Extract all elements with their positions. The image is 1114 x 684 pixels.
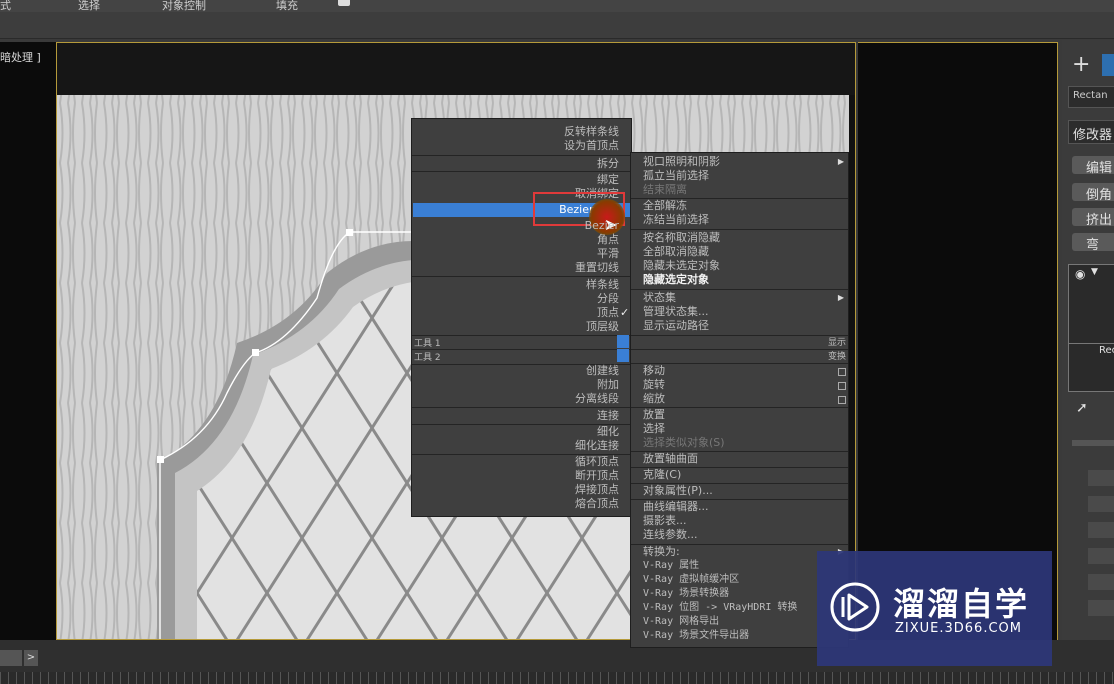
watermark-title: 溜溜自学	[893, 585, 1030, 623]
timeline-ruler[interactable]	[0, 672, 1114, 684]
menu-item[interactable]: 反转样条线	[412, 125, 631, 139]
quad-label-transform: 变换	[827, 352, 846, 362]
menu-item[interactable]: V-Ray 场景转换器	[631, 587, 848, 601]
menu-item[interactable]: 连接	[412, 409, 631, 423]
menu-item[interactable]: 孤立当前选择	[631, 169, 848, 183]
menu-item[interactable]: 曲线编辑器...	[631, 500, 848, 514]
modify-tab-icon[interactable]	[1102, 54, 1114, 76]
menu-item[interactable]: 按名称取消隐藏	[631, 231, 848, 245]
menu-item[interactable]: 创建线	[412, 364, 631, 378]
menu-item[interactable]: 绑定	[412, 173, 631, 187]
eye-icon[interactable]: ◉	[1075, 267, 1085, 281]
menu-item[interactable]: 管理状态集...	[631, 305, 848, 319]
quad-label-display: 显示	[827, 338, 846, 348]
menu-item[interactable]: 结束隔离	[631, 183, 848, 197]
menu-item[interactable]: 顶点	[412, 306, 631, 320]
create-tab-icon[interactable]: +	[1072, 52, 1090, 77]
panel-field[interactable]	[1088, 496, 1114, 512]
menu-item[interactable]: 细化	[412, 425, 631, 439]
panel-field[interactable]	[1088, 522, 1114, 538]
top-menu-bar: 式 选择 对象控制 填充	[0, 0, 1114, 12]
watermark-url: ZIXUE.3D66.COM	[895, 621, 1022, 636]
quad-label-tools2: 工具 2	[414, 353, 441, 363]
menu-item[interactable]: V-Ray 网格导出	[631, 615, 848, 629]
menu-item[interactable]: 细化连接	[412, 439, 631, 453]
menu-item[interactable]: 对象属性(P)...	[631, 484, 848, 498]
object-name-field[interactable]: Rectan	[1068, 86, 1114, 108]
panel-field[interactable]	[1088, 548, 1114, 564]
menu-item[interactable]: 断开顶点	[412, 469, 631, 483]
panel-field[interactable]	[1088, 574, 1114, 590]
menu-item[interactable]: 隐藏未选定对象	[631, 259, 848, 273]
menu-item[interactable]: 克隆(C)	[631, 468, 848, 482]
quad-menu-left: 反转样条线 设为首顶点 拆分 绑定 取消绑定 Bezier 角点 ➤ Bezie…	[411, 118, 632, 517]
menu-item[interactable]: 视口照明和阴影	[631, 155, 848, 169]
watermark: 溜溜自学 ZIXUE.3D66.COM	[817, 551, 1052, 666]
menu-item[interactable]: 角点	[412, 233, 631, 247]
menu-item[interactable]: 顶层级	[412, 320, 631, 334]
toolbar-icon[interactable]	[338, 0, 350, 6]
pin-icon[interactable]: ➚	[1076, 400, 1088, 416]
time-slider[interactable]	[0, 650, 22, 666]
menu-item[interactable]: 转换为:	[631, 545, 848, 559]
menu-item[interactable]: 状态集	[631, 291, 848, 305]
panel-field[interactable]	[1088, 470, 1114, 486]
next-frame-button[interactable]: >	[24, 650, 38, 666]
menu-item[interactable]: 全部取消隐藏	[631, 245, 848, 259]
menu-item[interactable]: 平滑	[412, 247, 631, 261]
menu-item[interactable]: 熔合顶点	[412, 497, 631, 511]
menu-item[interactable]: 重置切线	[412, 261, 631, 275]
quad-center-square	[617, 335, 629, 348]
menu-item[interactable]: Bezier	[412, 219, 631, 233]
checkmark-icon: ✓	[620, 306, 630, 319]
menu-item[interactable]: 全部解冻	[631, 199, 848, 213]
menu-item[interactable]: 样条线	[412, 278, 631, 292]
modifier-stack[interactable]: ◉ ▼ Rec	[1068, 264, 1114, 392]
menu-item[interactable]: 分离线段	[412, 392, 631, 406]
menu-item[interactable]: 放置	[631, 408, 848, 422]
menu-item[interactable]: V-Ray 场景文件导出器	[631, 629, 848, 643]
menu-item[interactable]: 旋转	[631, 378, 848, 392]
menu-item[interactable]: 摄影表...	[631, 514, 848, 528]
menu-item[interactable]: 隐藏选定对象	[631, 273, 848, 287]
modifier-button[interactable]: 倒角	[1072, 183, 1114, 203]
quad-center-square	[617, 349, 629, 362]
menu-item[interactable]: 移动	[631, 364, 848, 378]
menu-item[interactable]: 拆分	[412, 157, 631, 171]
side-viewport[interactable]	[0, 42, 56, 640]
modifier-button[interactable]: 编辑	[1072, 156, 1114, 176]
command-panel: + Rectan 修改器 编辑 倒角 挤出 弯 ◉ ▼ Rec ➚	[1062, 40, 1114, 640]
modifier-button[interactable]: 挤出	[1072, 208, 1114, 228]
menu-item[interactable]: 附加	[412, 378, 631, 392]
menu-item[interactable]: 设为首顶点	[412, 139, 631, 153]
menu-item[interactable]: 冻结当前选择	[631, 213, 848, 227]
menu-item[interactable]: V-Ray 位图 -> VRayHDRI 转换	[631, 601, 848, 615]
panel-field[interactable]	[1088, 600, 1114, 616]
menu-item[interactable]: 连线参数...	[631, 528, 848, 542]
toolbar	[0, 12, 1114, 39]
menu-item[interactable]: 放置轴曲面	[631, 452, 848, 466]
menu-item[interactable]: 分段	[412, 292, 631, 306]
expand-icon[interactable]: ▼	[1091, 267, 1098, 277]
play-logo-icon	[830, 582, 880, 632]
menu-item[interactable]: 缩放	[631, 392, 848, 406]
stack-item[interactable]: Rec	[1099, 345, 1114, 356]
menu-item[interactable]: 焊接顶点	[412, 483, 631, 497]
modifier-list-dropdown[interactable]: 修改器	[1068, 120, 1114, 144]
menu-item[interactable]: 选择	[631, 422, 848, 436]
menu-item[interactable]: 选择类似对象(S)	[631, 436, 848, 450]
modifier-button[interactable]: 弯	[1072, 233, 1114, 253]
viewport-label[interactable]: 暗处理 ]	[0, 49, 41, 65]
menu-item[interactable]: 循环顶点	[412, 455, 631, 469]
menu-item[interactable]: V-Ray 属性	[631, 559, 848, 573]
menu-item[interactable]: V-Ray 虚拟帧缓冲区	[631, 573, 848, 587]
menu-item[interactable]: 显示运动路径	[631, 319, 848, 333]
